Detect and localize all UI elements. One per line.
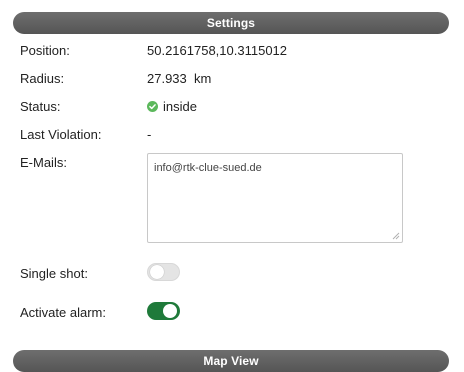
check-circle-icon: [147, 101, 158, 112]
radius-label: Radius:: [20, 71, 65, 86]
settings-section-header[interactable]: Settings: [13, 12, 449, 34]
last-violation-label: Last Violation:: [20, 127, 102, 142]
toggle-knob: [163, 304, 177, 318]
last-violation-value: -: [147, 127, 152, 142]
resize-grip-icon[interactable]: [392, 232, 400, 240]
activate-alarm-label: Activate alarm:: [20, 305, 106, 320]
emails-label: E-Mails:: [20, 155, 67, 170]
emails-text: info@rtk-clue-sued.de: [154, 162, 262, 174]
status-label: Status:: [20, 99, 61, 114]
map-view-section-header[interactable]: Map View: [13, 350, 449, 372]
position-value: 50.2161758,10.3115012: [147, 43, 288, 58]
emails-textarea[interactable]: info@rtk-clue-sued.de: [147, 153, 403, 243]
toggle-knob: [150, 265, 164, 279]
status-value: inside: [147, 99, 197, 114]
position-label: Position:: [20, 43, 70, 58]
activate-alarm-toggle[interactable]: [147, 302, 180, 320]
single-shot-label: Single shot:: [20, 266, 88, 281]
single-shot-toggle[interactable]: [147, 263, 180, 281]
status-text: inside: [163, 99, 197, 114]
radius-value: 27.933 km: [147, 71, 212, 86]
